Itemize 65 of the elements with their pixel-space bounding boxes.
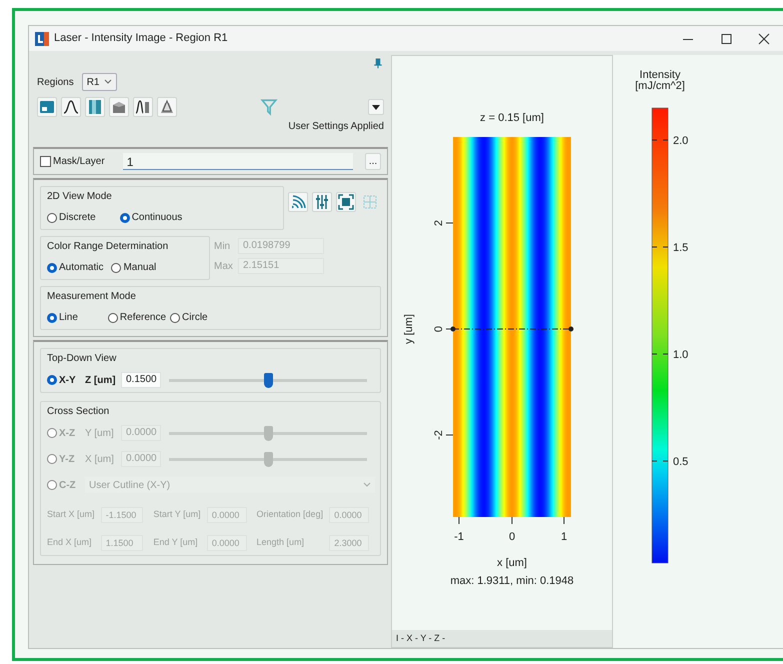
- colorbar-title: Intensity: [640, 69, 680, 81]
- group-title: 2D View Mode: [47, 190, 113, 204]
- plot-title: z = 0.15 [um]: [480, 112, 544, 124]
- field-label: Start X [um]: [47, 508, 96, 522]
- dropdown-button[interactable]: [368, 99, 384, 115]
- mask-layer-field[interactable]: 1: [122, 153, 353, 170]
- radio-button[interactable]: Continuous: [120, 210, 182, 225]
- sliders-icon[interactable]: [314, 194, 330, 210]
- status-text: User Settings Applied: [287, 120, 384, 134]
- value-field[interactable]: 0.1500: [121, 372, 161, 388]
- radio-button[interactable]: Line: [47, 310, 78, 325]
- radio-button[interactable]: Circle: [170, 310, 208, 325]
- signal-icon[interactable]: [290, 194, 306, 210]
- plot-summary: max: 1.9311, min: 0.1948: [450, 575, 574, 587]
- slider-thumb[interactable]: [264, 372, 273, 388]
- mask-layer-checkbox[interactable]: Mask/Layer: [40, 154, 105, 169]
- view-axes-label: I - X - Y - Z -: [392, 630, 612, 647]
- field-label: Length [um]: [256, 536, 306, 550]
- tick-label: 0: [433, 326, 445, 332]
- radio-button[interactable]: Discrete: [47, 210, 96, 225]
- group-title: Cross Section: [47, 405, 110, 419]
- tick-label: 1.0: [673, 349, 688, 361]
- radio-button[interactable]: Manual: [111, 260, 156, 275]
- fit-screen-icon[interactable]: [338, 194, 354, 210]
- value-field[interactable]: 2.15151: [238, 258, 324, 274]
- radio-button[interactable]: Reference: [108, 310, 166, 325]
- panel-icon[interactable]: [39, 99, 55, 115]
- pin-icon[interactable]: [372, 57, 384, 69]
- group-title: Top-Down View: [47, 352, 118, 366]
- surface-3d-icon[interactable]: [111, 99, 127, 115]
- field-label: Z [um]: [85, 374, 117, 388]
- field-label: Y [um]: [85, 426, 115, 440]
- radio-button[interactable]: Automatic: [47, 260, 104, 275]
- field-label: End Y [um]: [153, 536, 199, 550]
- tick-label: 0: [508, 531, 516, 543]
- group-title: Color Range Determination: [47, 240, 170, 254]
- bell-curve-icon[interactable]: [63, 99, 79, 115]
- caret-icon: [104, 79, 112, 85]
- y-axis-label: y [um]: [403, 314, 415, 344]
- regions-label: Regions: [37, 76, 74, 90]
- group-title: Measurement Mode: [47, 290, 137, 304]
- browse-button[interactable]: ...: [365, 153, 381, 170]
- tick-label: 2: [433, 220, 445, 226]
- tick-label: 2.0: [673, 135, 688, 147]
- tick-label: 0.5: [673, 456, 688, 468]
- tick-label: -2: [433, 430, 445, 440]
- caret-icon: [372, 104, 380, 110]
- x-axis-label: x [um]: [497, 557, 527, 569]
- field-label: Max: [214, 260, 234, 274]
- window-title: Laser - Intensity Image - Region R1: [54, 31, 228, 46]
- app-icon: [35, 32, 49, 46]
- gradient-icon[interactable]: [87, 99, 103, 115]
- value-field[interactable]: 0.0198799: [238, 238, 324, 254]
- tick-label: 1: [560, 531, 568, 543]
- field-label: X [um]: [85, 452, 115, 466]
- tick-label: -1: [454, 531, 464, 543]
- caret-icon: [363, 482, 371, 488]
- colorbar-unit: [mJ/cm^2]: [635, 80, 685, 92]
- field-label: Start Y [um]: [153, 508, 202, 522]
- regions-dropdown[interactable]: R1: [82, 73, 116, 91]
- field-label: Orientation [deg]: [256, 508, 324, 522]
- field-label: End X [um]: [47, 536, 93, 550]
- radio-button[interactable]: X-Y: [47, 372, 83, 388]
- tick-label: 1.5: [673, 242, 688, 254]
- field-label: Min: [214, 240, 232, 254]
